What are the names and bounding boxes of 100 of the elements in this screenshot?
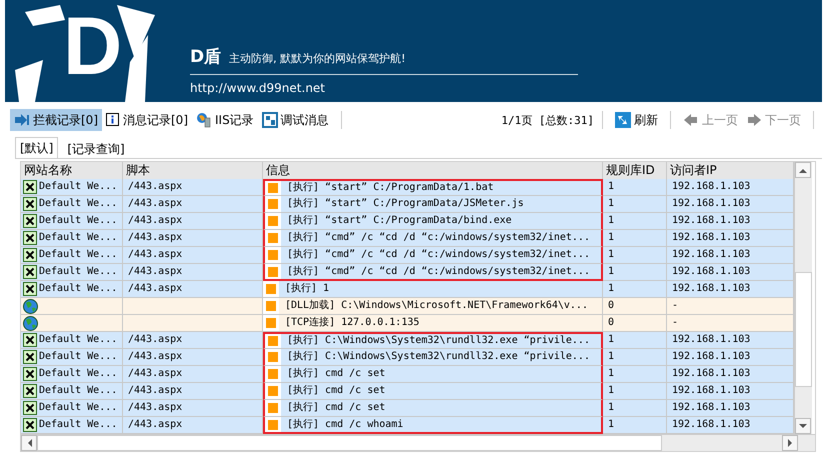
cross-icon [23,418,37,432]
toolbar-tab[interactable]: 消息记录[0] [102,109,192,131]
table-cell: /443.aspx [123,400,263,417]
cross-icon [23,231,37,245]
table-cell-text: Default We... [39,231,118,245]
table-cell: 1 [603,247,667,264]
table-cell-text: Default We... [39,248,118,262]
globe-icon [23,316,38,330]
status-square-icon [268,250,278,260]
status-square-icon [268,369,278,379]
status-square-icon [268,336,278,346]
table-cell: /443.aspx [123,366,263,383]
table-cell: /443.aspx [123,332,263,349]
refresh-button[interactable]: 刷新 [611,109,662,131]
table-cell: 0 [603,298,667,315]
table-cell: 1 [603,417,667,434]
table-cell: 1 [603,366,667,383]
tab[interactable]: [记录查询] [62,139,130,158]
table-cell: 0 [603,315,667,332]
left-arrow-icon [683,113,699,127]
column-header[interactable]: 网站名称 [21,162,123,180]
table-cell: /443.aspx [123,281,263,298]
table-cell-text: Default We... [39,401,118,415]
column-header[interactable]: 规则库ID [603,162,667,180]
table-cell: /443.aspx [123,230,263,247]
logo-letter: D [63,6,122,88]
status-square-icon [266,284,276,294]
info-cell: [执行] cmd /c set [263,400,603,417]
cross-icon [23,197,37,211]
status-square-icon [268,420,278,430]
cross-icon [23,214,37,228]
website-url: http://www.d99net.net [190,81,326,95]
table-cell: - [667,298,794,315]
status-square-icon [266,318,276,328]
cross-icon [23,350,37,364]
table-cell: /443.aspx [123,349,263,366]
table-cell: 192.168.1.103 [667,247,794,264]
info-cell: [执行] C:\Windows\System32\rundll32.exe “privile... [263,332,603,349]
table-cell: 1 [603,281,667,298]
column-header[interactable]: 信息 [263,162,603,180]
arrow-icon [14,113,30,127]
cross-icon [23,367,37,381]
table-cell: 1 [603,349,667,366]
column-header[interactable]: 访问者IP [667,162,794,180]
table-cell: 192.168.1.103 [667,349,794,366]
globe-icon [23,298,38,314]
table-cell: 1 [603,264,667,281]
server-globe-icon [196,112,212,128]
table-cell: 192.168.1.103 [667,196,794,213]
info-cell: [TCP连接] 127.0.0.1:135 [263,315,603,332]
horizontal-scrollbar[interactable] [21,434,815,451]
cross-icon [23,265,37,279]
status-square-icon [268,216,278,226]
table-cell: 1 [603,400,667,417]
table-cell: /443.aspx [123,179,263,196]
toolbar-tab[interactable]: 调试消息 [258,109,333,131]
table-cell: /443.aspx [123,247,263,264]
page-count: 1/1页 [总数:31] [501,112,594,128]
cross-icon [23,248,37,262]
up-arrow-icon [799,168,807,172]
table-cell: 1 [603,230,667,247]
table-cell: 192.168.1.103 [667,264,794,281]
status-square-icon [268,266,278,276]
table-cell: 192.168.1.103 [667,366,794,383]
table-cell: /443.aspx [123,196,263,213]
cross-icon [23,401,37,415]
tab[interactable]: [默认] [15,137,58,158]
table-cell: /443.aspx [123,213,263,230]
table-cell: 1 [603,213,667,230]
table-cell-text: Default We... [39,333,118,347]
status-square-icon [268,233,278,243]
table-cell: 192.168.1.103 [667,230,794,247]
table-cell: 1 [603,196,667,213]
table-cell: - [667,315,794,332]
info-cell: [执行] “cmd” /c “cd /d “c:/windows/system32/inet... [263,230,603,247]
table-cell: 192.168.1.103 [667,281,794,298]
cross-icon [23,180,37,194]
table-cell: 192.168.1.103 [667,400,794,417]
info-cell: [执行] cmd /c set [263,366,603,383]
down-arrow-icon [799,424,807,428]
table-cell-text: Default We... [39,180,118,194]
info-icon [106,113,120,127]
status-square-icon [268,386,278,396]
status-square-icon [268,352,278,362]
table-cell: 1 [603,383,667,400]
table-cell: /443.aspx [123,383,263,400]
info-cell: [执行] “start” C:/ProgramData/bind.exe [263,213,603,230]
info-cell: [执行] “cmd” /c “cd /d “c:/windows/system32/inet... [263,247,603,264]
refresh-icon [615,112,631,128]
vertical-scrollbar[interactable] [794,162,812,434]
column-header[interactable]: 脚本 [123,162,263,180]
toolbar-tab[interactable]: 拦截记录[0] [10,109,102,131]
info-cell: [执行] 1 [263,281,603,298]
table-cell: 1 [603,332,667,349]
toolbar-tab[interactable]: IIS记录 [192,109,258,131]
info-cell: [执行] cmd /c set [263,383,603,400]
table-cell: /443.aspx [123,417,263,434]
info-cell: [执行] “cmd” /c “cd /d “c:/windows/system32/inet... [263,264,603,281]
info-cell: [执行] “start” C:/ProgramData/JSMeter.js [263,196,603,213]
table-cell: 192.168.1.103 [667,213,794,230]
